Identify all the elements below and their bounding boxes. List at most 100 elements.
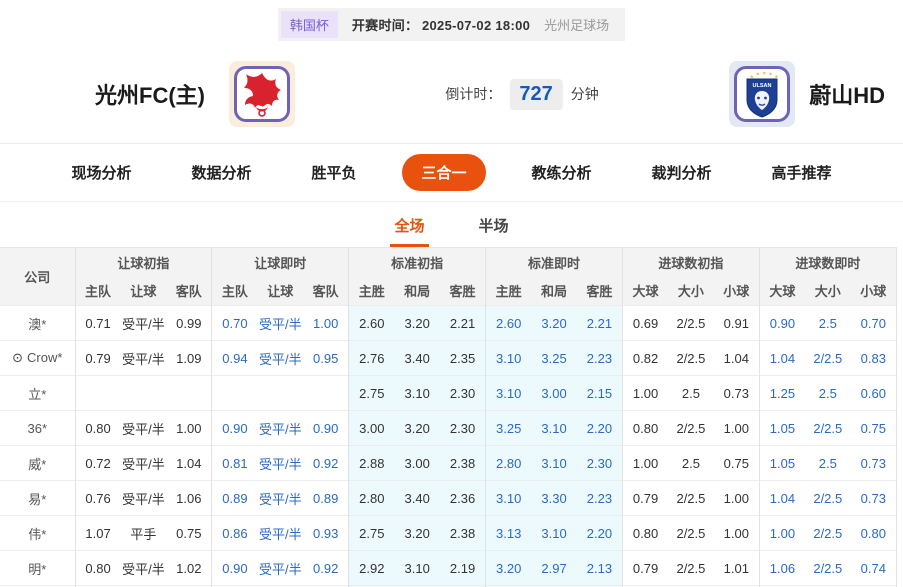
col-header-标准初指-主胜: 主胜	[349, 277, 395, 306]
odds-cell: 3.10	[531, 411, 577, 446]
odds-cell: 0.95	[303, 341, 349, 376]
nav-tab-三合一[interactable]: 三合一	[402, 154, 485, 191]
odds-cell: 2.36	[440, 481, 486, 516]
group-header-标准初指: 标准初指	[349, 248, 486, 277]
odds-cell: 2.30	[577, 446, 623, 481]
odds-cell: 2.75	[349, 516, 395, 551]
nav-tab-裁判分析[interactable]: 裁判分析	[638, 154, 726, 191]
sub-tab-全场[interactable]: 全场	[390, 215, 428, 247]
odds-cell: 0.75	[166, 516, 212, 551]
company-cell[interactable]: 澳*	[0, 306, 75, 341]
odds-cell: 受平/半	[258, 411, 304, 446]
sub-tab-半场[interactable]: 半场	[475, 215, 513, 247]
col-header-进球数即时-大小: 大小	[805, 277, 851, 306]
away-team: ULSAN 蔚山HD	[729, 61, 885, 127]
odds-cell: 受平/半	[258, 306, 304, 341]
odds-cell: 2.5	[805, 376, 851, 411]
group-header-让球初指: 让球初指	[75, 248, 212, 277]
odds-cell: 0.99	[166, 306, 212, 341]
odds-cell: 0.86	[212, 516, 258, 551]
company-cell[interactable]: ⊙Crow*	[0, 341, 75, 376]
odds-cell: 1.00	[714, 516, 760, 551]
odds-cell: 0.94	[212, 341, 258, 376]
countdown-label: 倒计时：	[445, 84, 501, 104]
odds-cell: 3.00	[349, 411, 395, 446]
odds-cell: 1.05	[759, 446, 805, 481]
odds-cell: 1.00	[759, 516, 805, 551]
odds-cell	[303, 376, 349, 411]
odds-cell: 0.72	[75, 446, 121, 481]
odds-cell	[75, 376, 121, 411]
odds-cell: 2.76	[349, 341, 395, 376]
nav-tab-胜平负[interactable]: 胜平负	[297, 154, 370, 191]
table-row: 立*2.753.102.303.103.002.151.002.50.731.2…	[0, 376, 897, 411]
home-team-logo	[229, 61, 295, 127]
odds-cell: 2/2.5	[668, 481, 714, 516]
col-header-让球初指-让球: 让球	[121, 277, 167, 306]
odds-cell: 2.5	[805, 446, 851, 481]
odds-cell: 0.79	[623, 481, 669, 516]
col-header-让球初指-客队: 客队	[166, 277, 212, 306]
odds-cell: 0.92	[303, 551, 349, 586]
company-cell[interactable]: 立*	[0, 376, 75, 411]
odds-cell: 2/2.5	[805, 516, 851, 551]
odds-cell: 2.5	[668, 376, 714, 411]
analysis-nav-tabs: 现场分析数据分析胜平负三合一教练分析裁判分析高手推荐	[0, 143, 903, 202]
company-cell[interactable]: 伟*	[0, 516, 75, 551]
odds-cell: 2.38	[440, 446, 486, 481]
company-cell[interactable]: 明*	[0, 551, 75, 586]
col-header-标准初指-和局: 和局	[394, 277, 440, 306]
odds-cell: 0.80	[75, 411, 121, 446]
odds-cell: 0.80	[623, 516, 669, 551]
odds-cell: 3.20	[394, 411, 440, 446]
match-info-strip: 韩国杯 开赛时间： 2025-07-02 18:00 光州足球场	[0, 0, 903, 41]
company-cell[interactable]: 威*	[0, 446, 75, 481]
odds-cell: 3.10	[531, 516, 577, 551]
odds-cell: 2.23	[577, 341, 623, 376]
nav-tab-教练分析[interactable]: 教练分析	[518, 154, 606, 191]
odds-cell: 2.60	[486, 306, 532, 341]
col-header-进球数初指-大球: 大球	[623, 277, 669, 306]
away-team-logo: ULSAN	[729, 61, 795, 127]
col-header-标准即时-客胜: 客胜	[577, 277, 623, 306]
kickoff-time: 2025-07-02 18:00	[422, 18, 530, 33]
company-cell[interactable]: 易*	[0, 481, 75, 516]
odds-cell: 3.10	[486, 341, 532, 376]
group-header-进球数即时: 进球数即时	[759, 248, 896, 277]
col-header-标准初指-客胜: 客胜	[440, 277, 486, 306]
nav-tab-现场分析[interactable]: 现场分析	[57, 154, 145, 191]
odds-cell: 3.10	[486, 481, 532, 516]
venue-label: 光州足球场	[544, 15, 609, 34]
period-sub-tabs: 全场 半场	[0, 202, 903, 247]
odds-cell: 受平/半	[121, 446, 167, 481]
odds-cell: 0.90	[759, 306, 805, 341]
company-cell[interactable]: 36*	[0, 411, 75, 446]
odds-cell: 3.40	[394, 341, 440, 376]
odds-cell: 2.23	[577, 481, 623, 516]
kickoff-label: 开赛时间：	[352, 18, 419, 33]
col-header-让球即时-主队: 主队	[212, 277, 258, 306]
odds-cell: 1.04	[166, 446, 212, 481]
group-header-进球数初指: 进球数初指	[623, 248, 760, 277]
odds-cell: 2/2.5	[805, 481, 851, 516]
table-row: 澳*0.71受平/半0.990.70受平/半1.002.603.202.212.…	[0, 306, 897, 341]
odds-cell: 0.79	[623, 551, 669, 586]
col-header-让球即时-客队: 客队	[303, 277, 349, 306]
odds-cell: 1.00	[303, 306, 349, 341]
odds-cell: 3.20	[394, 306, 440, 341]
odds-cell: 3.00	[531, 376, 577, 411]
odds-cell: 1.05	[759, 411, 805, 446]
group-header-标准即时: 标准即时	[486, 248, 623, 277]
odds-cell: 受平/半	[121, 411, 167, 446]
odds-cell: 0.71	[75, 306, 121, 341]
col-header-进球数初指-小球: 小球	[714, 277, 760, 306]
nav-tab-高手推荐[interactable]: 高手推荐	[758, 154, 846, 191]
odds-cell: 0.74	[851, 551, 897, 586]
odds-cell: 0.70	[212, 306, 258, 341]
odds-cell: 1.04	[759, 481, 805, 516]
odds-cell: 受平/半	[258, 341, 304, 376]
group-header-让球即时: 让球即时	[212, 248, 349, 277]
league-badge[interactable]: 韩国杯	[281, 11, 338, 38]
odds-cell: 0.70	[851, 306, 897, 341]
nav-tab-数据分析[interactable]: 数据分析	[177, 154, 265, 191]
